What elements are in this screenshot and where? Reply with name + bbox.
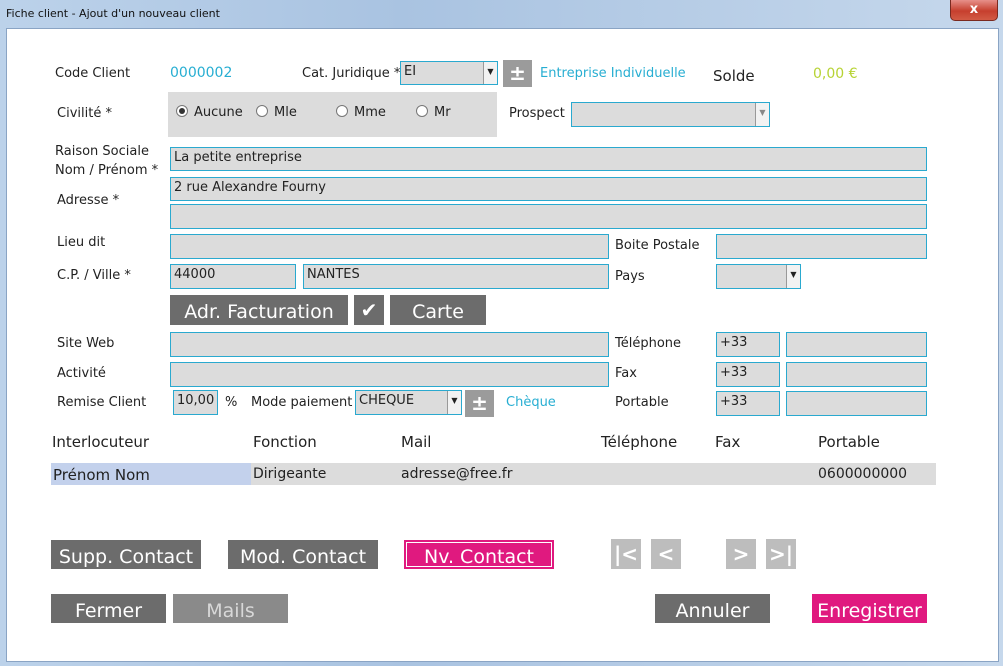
enregistrer-button[interactable]: Enregistrer [812, 594, 927, 623]
carte-button[interactable]: Carte [390, 295, 486, 325]
radio-off-icon [416, 105, 428, 117]
cat-juridique-select[interactable]: EI ▼ [400, 61, 498, 85]
activite-label: Activité [57, 366, 106, 381]
mode-paiement-desc: Chèque [506, 395, 556, 410]
prev-record-icon[interactable]: < [651, 539, 681, 569]
next-record-icon[interactable]: > [726, 539, 756, 569]
remise-unit: % [225, 395, 238, 410]
ville-input[interactable]: NANTES [303, 264, 609, 289]
cell-fonction: Dirigeante [253, 466, 327, 482]
site-web-input[interactable] [170, 332, 609, 357]
prospect-select[interactable]: ▼ [571, 102, 770, 127]
check-icon[interactable]: ✔ [354, 295, 384, 325]
header-fax: Fax [715, 433, 741, 451]
cell-portable: 0600000000 [818, 466, 908, 482]
boite-postale-input[interactable] [716, 234, 927, 259]
telephone-prefix-input[interactable]: +33 [716, 332, 780, 357]
adresse-line1-input[interactable]: 2 rue Alexandre Fourny [170, 177, 927, 201]
code-postal-input[interactable]: 44000 [170, 264, 296, 289]
header-interlocuteur: Interlocuteur [52, 433, 150, 451]
pays-label: Pays [615, 269, 645, 284]
telephone-input[interactable] [786, 332, 927, 357]
mode-paiement-select[interactable]: CHEQUE ▼ [355, 390, 462, 415]
prospect-label: Prospect [509, 106, 565, 121]
solde-value: 0,00 € [813, 66, 858, 82]
chevron-down-icon[interactable]: ▼ [483, 62, 497, 84]
civilite-aucune-radio[interactable]: Aucune [176, 105, 243, 120]
remise-client-input[interactable]: 10,00 [173, 390, 218, 415]
chevron-down-icon[interactable]: ▼ [786, 265, 800, 288]
portable-input[interactable] [786, 391, 927, 416]
cell-interlocuteur: Prénom Nom [53, 466, 150, 484]
nv-contact-label: Nv. Contact [424, 546, 534, 568]
civilite-mle-radio[interactable]: Mle [256, 105, 297, 120]
pays-select[interactable]: ▼ [716, 264, 801, 289]
nom-prenom-label: Nom / Prénom * [55, 163, 159, 178]
lieu-dit-label: Lieu dit [57, 235, 106, 250]
header-fonction: Fonction [253, 433, 317, 451]
boite-postale-label: Boite Postale [615, 238, 700, 253]
activite-input[interactable] [170, 362, 609, 387]
chevron-down-icon[interactable]: ▼ [447, 391, 461, 414]
civilite-mr-radio[interactable]: Mr [416, 105, 451, 120]
telephone-label: Téléphone [615, 336, 682, 351]
adresse-line2-input[interactable] [170, 204, 927, 229]
adr-facturation-button[interactable]: Adr. Facturation [170, 295, 348, 325]
nv-contact-button[interactable]: Nv. Contact [404, 540, 554, 569]
fax-prefix-input[interactable]: +33 [716, 362, 780, 387]
lieu-dit-input[interactable] [170, 234, 609, 259]
raison-sociale-input[interactable]: La petite entreprise [170, 147, 927, 171]
solde-label: Solde [713, 67, 755, 85]
cat-juridique-label: Cat. Juridique * [302, 66, 401, 81]
cat-juridique-desc: Entreprise Individuelle [540, 66, 686, 81]
fax-label: Fax [615, 366, 637, 381]
table-row[interactable]: Prénom Nom Dirigeante adresse@free.fr 06… [51, 463, 936, 485]
remise-client-label: Remise Client [57, 395, 147, 410]
code-client-label: Code Client [55, 66, 131, 81]
cat-juridique-value: EI [404, 64, 417, 79]
chevron-down-icon[interactable]: ▼ [755, 103, 769, 126]
mode-paiement-value: CHEQUE [359, 393, 415, 408]
fax-input[interactable] [786, 362, 927, 387]
radio-off-icon [336, 105, 348, 117]
header-mail: Mail [401, 433, 432, 451]
window-frame: Fiche client - Ajout d'un nouveau client… [0, 0, 1003, 666]
header-portable: Portable [818, 433, 880, 451]
portable-prefix-input[interactable]: +33 [716, 391, 780, 416]
radio-off-icon [256, 105, 268, 117]
header-telephone: Téléphone [601, 433, 678, 451]
code-client-value: 0000002 [170, 65, 233, 81]
site-web-label: Site Web [57, 336, 115, 351]
portable-label: Portable [615, 395, 669, 410]
fermer-button[interactable]: Fermer [51, 594, 166, 623]
supp-contact-button[interactable]: Supp. Contact [51, 540, 201, 569]
mod-contact-button[interactable]: Mod. Contact [228, 540, 378, 569]
mode-paiement-label: Mode paiement [251, 395, 353, 410]
mails-button[interactable]: Mails [173, 594, 288, 623]
annuler-button[interactable]: Annuler [655, 594, 770, 623]
window-title: Fiche client - Ajout d'un nouveau client [6, 7, 220, 20]
adresse-label: Adresse * [57, 193, 120, 208]
first-record-icon[interactable]: |< [611, 539, 641, 569]
form-area: Code Client 0000002 Cat. Juridique * EI … [6, 28, 999, 662]
close-button[interactable]: x [950, 0, 998, 21]
add-cat-button[interactable]: ± [503, 60, 532, 87]
cell-mail: adresse@free.fr [401, 466, 513, 482]
cp-ville-label: C.P. / Ville * [57, 268, 131, 283]
raison-sociale-label: Raison Sociale [55, 144, 149, 159]
radio-on-icon [176, 105, 188, 117]
last-record-icon[interactable]: >| [766, 539, 796, 569]
civilite-label: Civilité * [57, 106, 112, 121]
civilite-mme-radio[interactable]: Mme [336, 105, 386, 120]
add-mode-paiement-button[interactable]: ± [465, 390, 494, 417]
title-bar: Fiche client - Ajout d'un nouveau client… [0, 0, 1003, 28]
